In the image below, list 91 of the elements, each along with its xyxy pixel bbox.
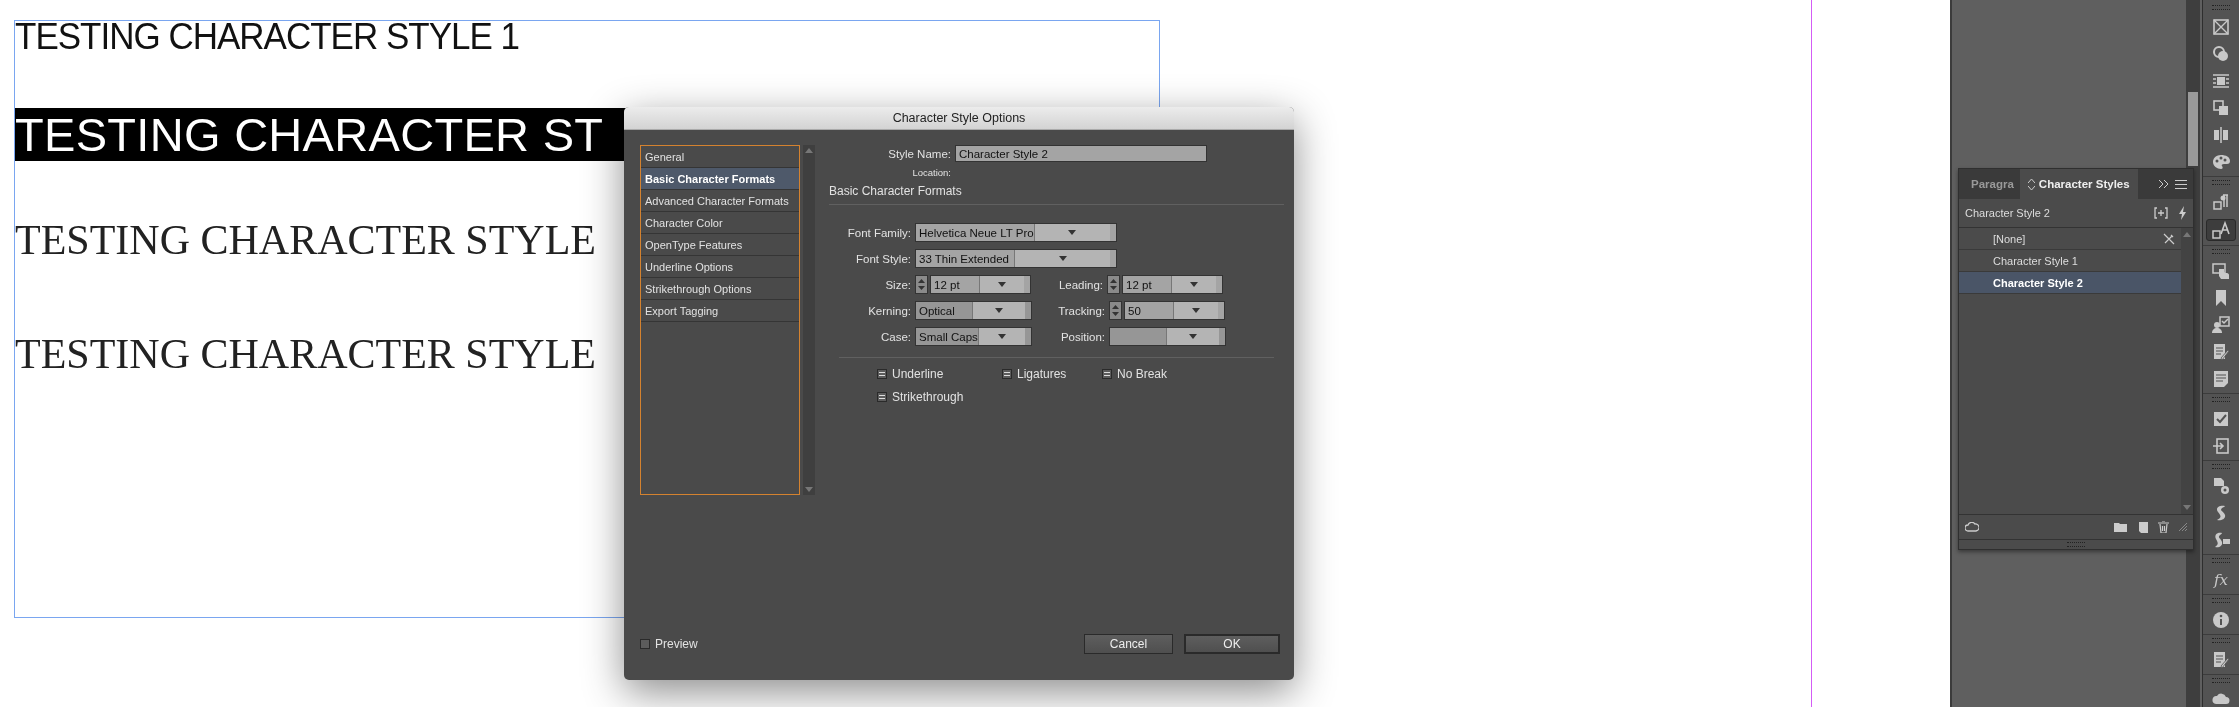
checkbox[interactable]: [640, 639, 650, 649]
note-pencil-icon[interactable]: [2211, 342, 2231, 362]
dropdown[interactable]: 12 pt: [1122, 275, 1223, 294]
caret-icon: [1191, 308, 1200, 313]
sample-text: TESTING CHARACTER STYLE 1: [15, 20, 519, 52]
note-pencil-icon[interactable]: [2211, 650, 2231, 670]
stepper-icon[interactable]: [1107, 275, 1120, 294]
text-wrap-icon[interactable]: [2211, 71, 2231, 91]
dialog-title: Character Style Options: [624, 107, 1294, 130]
style-item[interactable]: [None]: [1959, 228, 2181, 250]
section-title: Basic Character Formats: [829, 184, 1284, 205]
category-item[interactable]: Basic Character Formats: [641, 168, 799, 190]
hand-pointer-icon[interactable]: [2211, 261, 2231, 281]
character-style-icon[interactable]: [2211, 220, 2231, 240]
checkbox[interactable]: [877, 369, 887, 379]
dropdown[interactable]: 12 pt: [930, 275, 1031, 294]
effects-button[interactable]: fx: [2214, 571, 2228, 589]
up-down-icon[interactable]: [2027, 178, 2035, 190]
dialog-button[interactable]: Cancel: [1084, 634, 1173, 654]
dropdown[interactable]: Optical: [915, 301, 1032, 320]
panel-grip[interactable]: [2067, 542, 2085, 547]
category-item[interactable]: Strikethrough Options: [641, 278, 799, 300]
location-label: Location:: [911, 167, 952, 178]
stepper-icon[interactable]: [915, 275, 928, 294]
dropdown[interactable]: 33 Thin Extended: [915, 249, 1117, 268]
menu-icon[interactable]: [2175, 179, 2187, 189]
info-icon[interactable]: [2211, 610, 2231, 630]
category-item[interactable]: Character Color: [641, 212, 799, 234]
dropdown[interactable]: Helvetica Neue LT Pro: [915, 223, 1117, 242]
trash-icon[interactable]: [2158, 521, 2169, 533]
checkbox-label: No Break: [1117, 367, 1168, 381]
category-item[interactable]: OpenType Features: [641, 234, 799, 256]
person-check-icon[interactable]: [2211, 315, 2231, 335]
dropdown[interactable]: 50: [1124, 301, 1225, 320]
caret-icon: [1188, 334, 1197, 339]
cloud-icon[interactable]: [1965, 522, 1979, 532]
box-arrow-icon[interactable]: [2211, 436, 2231, 456]
add-icon[interactable]: [2154, 207, 2168, 219]
checkbox-label: Strikethrough: [892, 390, 964, 404]
field-label: Font Style:: [855, 252, 912, 265]
caret-icon: [1058, 256, 1067, 261]
checkbox[interactable]: [1002, 369, 1012, 379]
document-gear-icon[interactable]: [2211, 476, 2231, 496]
dialog-button[interactable]: OK: [1184, 634, 1280, 654]
paragraph-style-icon[interactable]: [2211, 192, 2231, 212]
field-label: Tracking:: [1057, 304, 1106, 317]
checkbox[interactable]: [877, 392, 887, 402]
resize-grip-icon[interactable]: [2179, 523, 2187, 531]
scrollbar[interactable]: [803, 145, 815, 495]
field-label: Case:: [879, 330, 912, 343]
circles-icon[interactable]: [2211, 44, 2231, 64]
caret-icon: [994, 308, 1003, 313]
caret-icon: [1068, 230, 1077, 235]
dropdown[interactable]: Small Caps: [915, 327, 1032, 346]
checkbox-label: Underline: [892, 367, 944, 381]
palette-icon[interactable]: [2211, 152, 2231, 172]
caret-icon: [997, 282, 1006, 287]
field-label: Leading:: [1057, 278, 1104, 291]
field-label: Size:: [884, 278, 912, 291]
panel-tab[interactable]: Paragra: [1959, 169, 2020, 199]
caret-icon: [997, 334, 1006, 339]
field-label: Kerning:: [867, 304, 912, 317]
checkbox-label: Ligatures: [1017, 367, 1067, 381]
note-icon[interactable]: [2211, 369, 2231, 389]
crossed-frame-icon[interactable]: [2211, 17, 2231, 37]
checkbox-icon[interactable]: [2211, 409, 2231, 429]
checkbox[interactable]: [1102, 369, 1112, 379]
dropdown[interactable]: [1109, 327, 1226, 346]
panel-tab[interactable]: Character Styles: [2019, 169, 2138, 199]
layers-icon[interactable]: [2211, 98, 2231, 118]
checkbox-label: Preview: [655, 637, 698, 651]
collapse-icon[interactable]: [2159, 180, 2169, 188]
stepper-icon[interactable]: [1109, 301, 1122, 320]
style-item[interactable]: Character Style 2: [1959, 272, 2181, 294]
sample-text: TESTING CHARACTER STYLE: [15, 217, 596, 263]
scroll-up-icon[interactable]: [805, 148, 813, 153]
new-item-icon[interactable]: [2137, 521, 2148, 533]
category-item[interactable]: Underline Options: [641, 256, 799, 278]
caret-icon: [1189, 282, 1198, 287]
field-label: Font Family:: [846, 226, 912, 239]
scroll-down-icon[interactable]: [805, 487, 813, 492]
sample-text: TESTING CHARACTER STYLE: [15, 331, 596, 377]
category-item[interactable]: Advanced Character Formats: [641, 190, 799, 212]
category-item[interactable]: Export Tagging: [641, 300, 799, 322]
folder-icon[interactable]: [2114, 522, 2127, 532]
field-label: Position:: [1059, 330, 1106, 343]
current-style-label: Character Style 2: [1965, 207, 2051, 219]
style-name-field[interactable]: Character Style 2: [955, 145, 1207, 162]
field-label: Style Name:: [887, 147, 952, 160]
sample-text: TESTING CHARACTER ST: [15, 108, 627, 161]
align-icon[interactable]: [2211, 125, 2231, 145]
